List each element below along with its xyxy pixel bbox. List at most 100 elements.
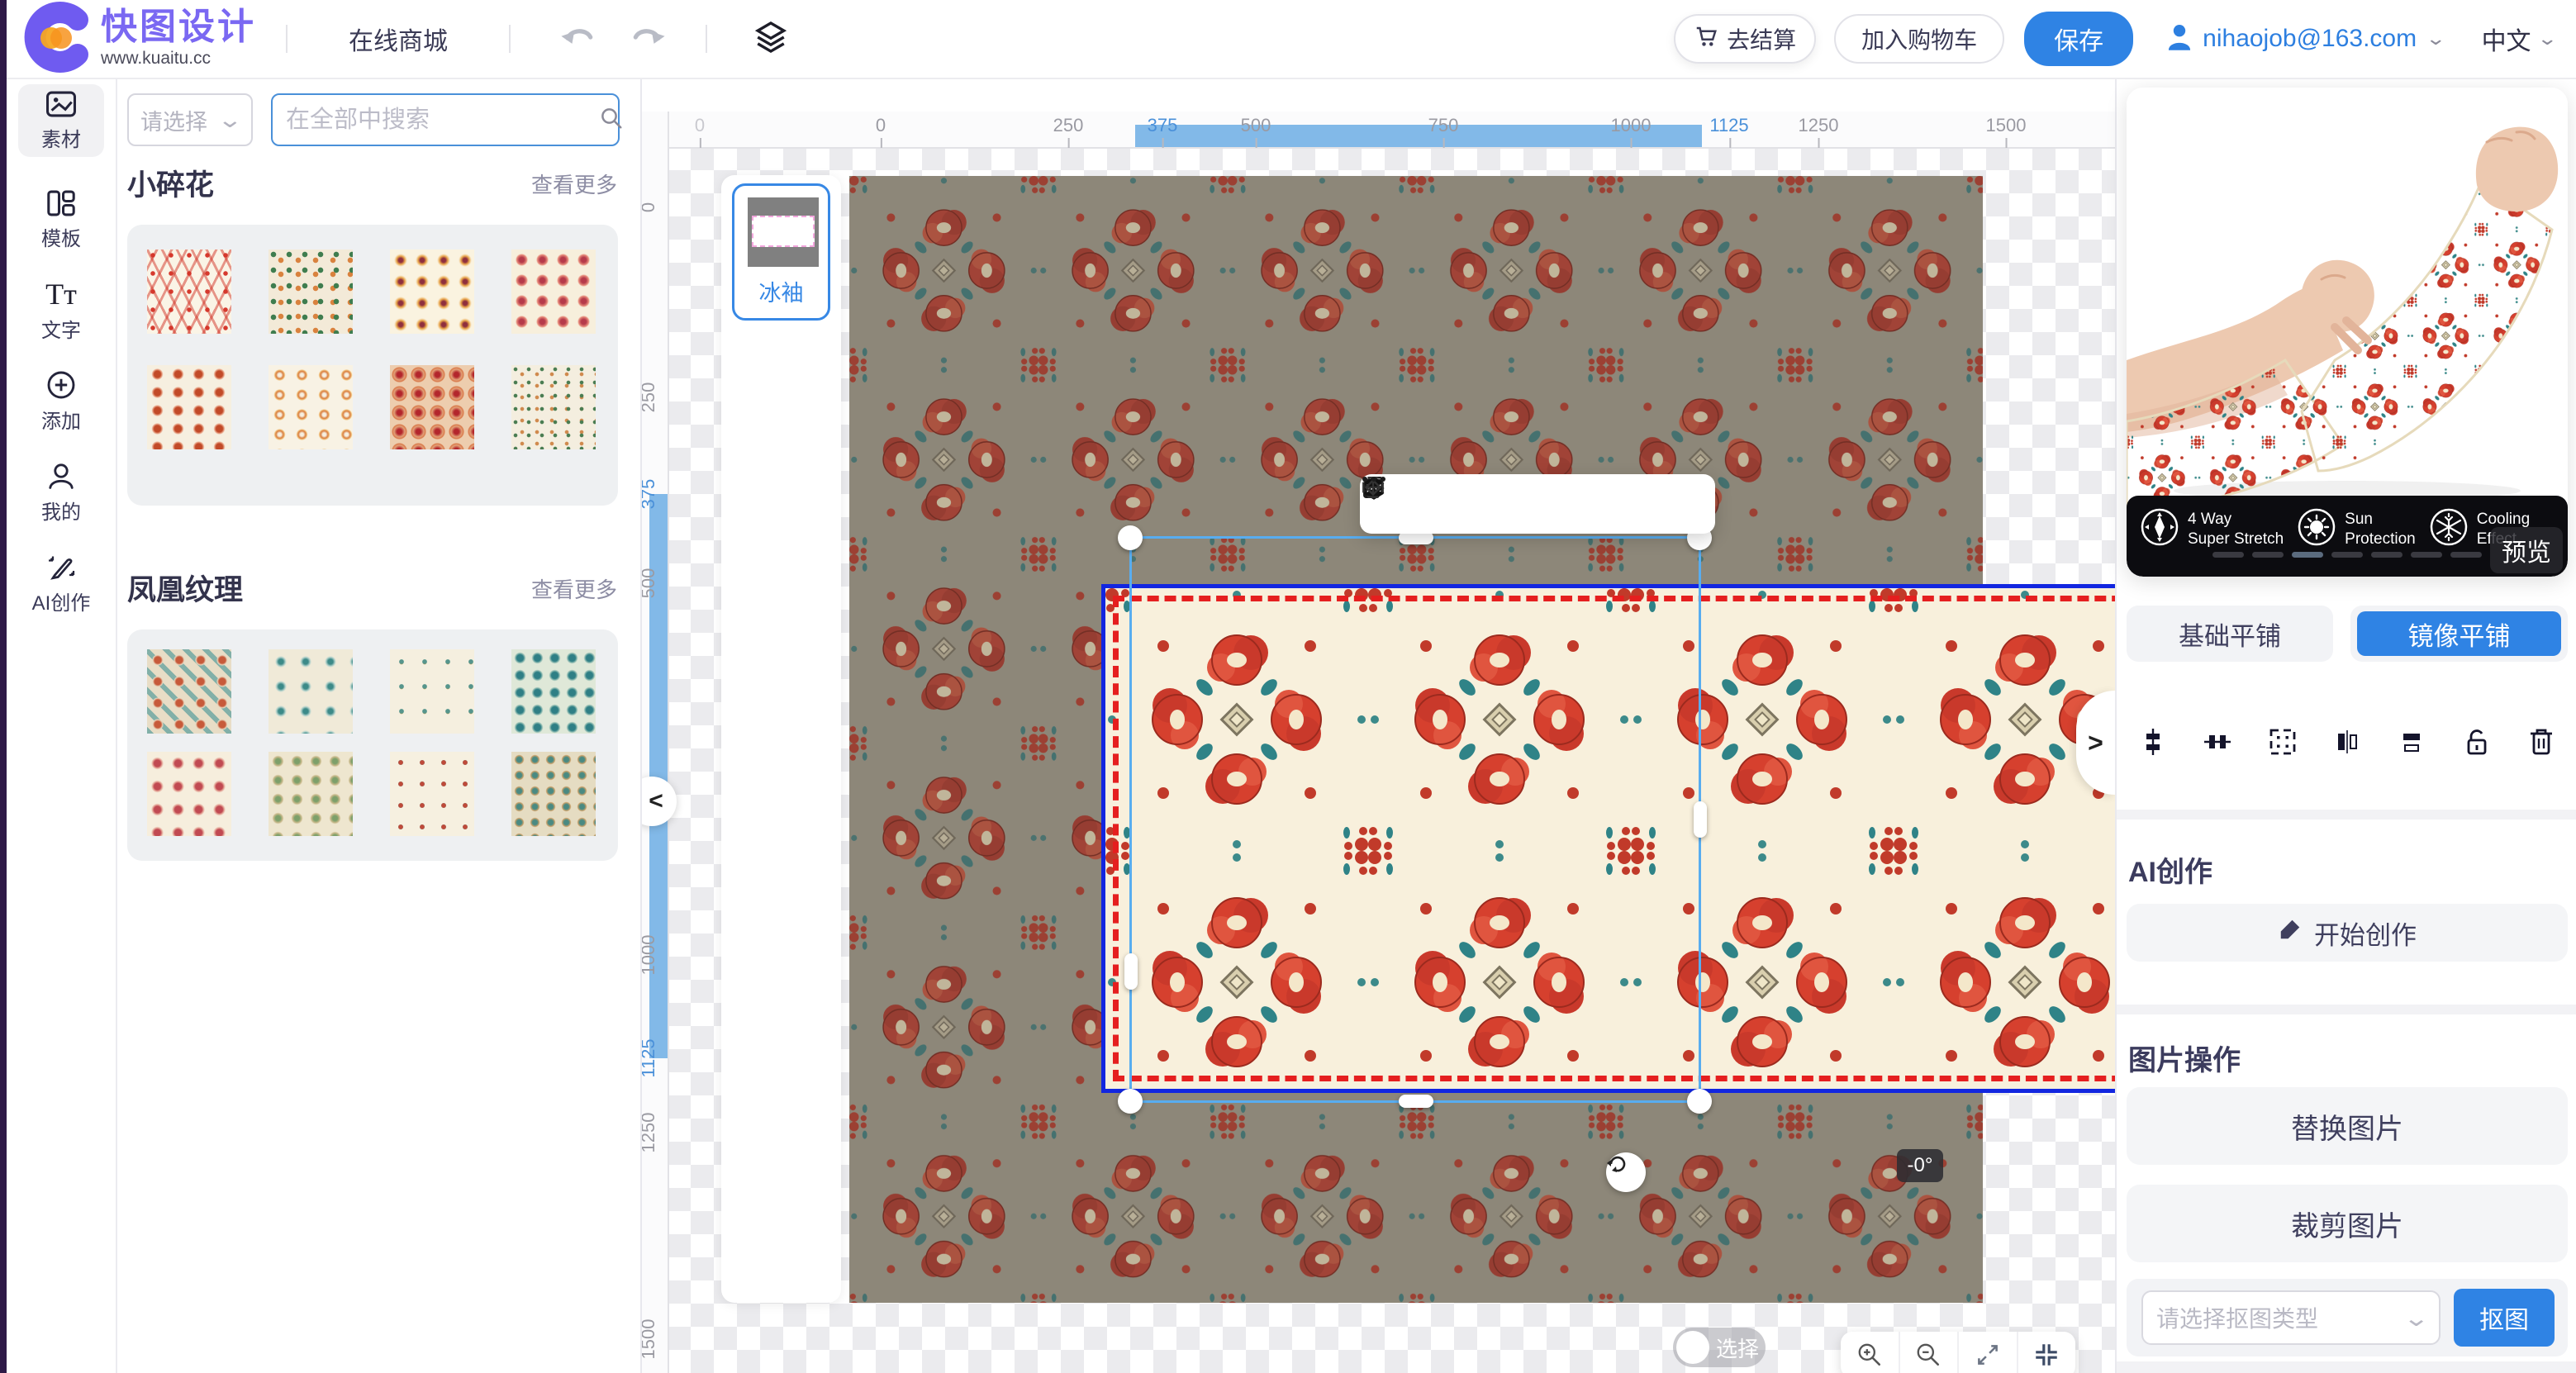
ruler-tick: 0 xyxy=(876,115,886,136)
select-mode-toggle[interactable]: 选择 xyxy=(1673,1328,1766,1367)
pattern-thumbnail[interactable] xyxy=(390,249,474,334)
resize-handle-bottom-right[interactable] xyxy=(1687,1089,1712,1114)
page-card-ice-sleeve[interactable]: 冰袖 xyxy=(732,183,830,321)
ruler-tick: 500 xyxy=(640,568,659,599)
sidebar-item-materials[interactable]: 素材 xyxy=(18,84,104,157)
plus-circle-icon xyxy=(46,370,76,400)
see-more-link[interactable]: 查看更多 xyxy=(531,169,617,199)
flip-horizontal-icon[interactable] xyxy=(2326,720,2369,763)
language-selector[interactable]: 中文 xyxy=(2482,21,2531,57)
selected-pattern-image[interactable] xyxy=(1101,584,2115,1093)
layers-icon[interactable] xyxy=(753,20,788,59)
pattern-thumbnail[interactable] xyxy=(511,649,596,734)
category-select[interactable]: 请选择 ⌄ xyxy=(127,93,253,146)
checkout-button[interactable]: 去结算 xyxy=(1674,14,1816,64)
search-icon[interactable] xyxy=(599,106,624,135)
save-button[interactable]: 保存 xyxy=(2024,12,2133,66)
user-email[interactable]: nihaojob@163.com xyxy=(2203,25,2417,53)
chevron-down-icon[interactable]: ⌄ xyxy=(2536,28,2558,50)
zoom-in-icon[interactable] xyxy=(1841,1332,1900,1373)
sidebar-item-ai-create[interactable]: AI创作 xyxy=(18,547,104,620)
sidebar-item-label: 我的 xyxy=(41,496,81,525)
delete-icon[interactable] xyxy=(2520,720,2563,763)
pattern-thumbnail[interactable] xyxy=(147,649,231,734)
magic-pen-icon xyxy=(45,552,78,582)
chevron-down-icon: ⌄ xyxy=(2403,1304,2430,1332)
matting-type-select[interactable]: 请选择抠图类型 ⌄ xyxy=(2141,1290,2441,1345)
preview-badge: 预览 xyxy=(2490,527,2563,573)
rotate-handle[interactable] xyxy=(1606,1152,1646,1192)
fit-height-icon[interactable] xyxy=(1616,486,1652,522)
flip-vertical-icon[interactable] xyxy=(2390,720,2433,763)
more-options-icon[interactable] xyxy=(1665,486,1701,522)
replace-image-button[interactable]: 替换图片 xyxy=(2127,1087,2568,1165)
resize-handle-right-middle[interactable] xyxy=(1694,801,1707,838)
zoom-out-icon[interactable] xyxy=(1900,1332,1960,1373)
fullscreen-icon[interactable] xyxy=(1959,1332,2018,1373)
pattern-thumbnail[interactable] xyxy=(390,752,474,836)
pattern-thumbnail[interactable] xyxy=(269,249,353,334)
print-area-dashed-border xyxy=(1113,596,2115,1081)
section-divider xyxy=(2117,1005,2576,1014)
ruler-tick: 500 xyxy=(1241,115,1271,136)
sidebar-item-mine[interactable]: 我的 xyxy=(18,456,104,529)
align-horizontal-center-icon[interactable] xyxy=(2196,720,2239,763)
sidebar-item-text[interactable]: Tт 文字 xyxy=(18,274,104,347)
section-divider xyxy=(2117,810,2576,820)
brand[interactable]: 快图设计 www.kuaitu.cc xyxy=(23,7,256,72)
redo-icon[interactable] xyxy=(631,23,666,55)
ruler-tick: 1000 xyxy=(1611,115,1652,136)
page-thumbnail xyxy=(748,197,819,267)
design-canvas[interactable]: -0° xyxy=(849,176,1983,1303)
undo-icon[interactable] xyxy=(560,23,595,55)
resize-handle-bottom-left[interactable] xyxy=(1118,1089,1143,1114)
pattern-thumbnail[interactable] xyxy=(511,249,596,334)
pattern-thumbnail[interactable] xyxy=(147,752,231,836)
matting-button[interactable]: 抠图 xyxy=(2454,1289,2555,1347)
see-more-link[interactable]: 查看更多 xyxy=(531,573,617,604)
sidebar-item-add[interactable]: 添加 xyxy=(18,365,104,438)
search-input[interactable] xyxy=(284,106,599,135)
pattern-group xyxy=(127,225,618,506)
canvas-workspace: 002503755007501000112512501500 025037550… xyxy=(640,78,2115,1373)
topbar-divider xyxy=(706,25,707,53)
sidebar-item-templates[interactable]: 模板 xyxy=(18,183,104,256)
mirror-tile-button[interactable]: 镜像平铺 xyxy=(2350,606,2568,662)
product-preview-card[interactable]: 4 WaySuper Stretch SunProtection xyxy=(2127,88,2568,577)
pattern-thumbnail[interactable] xyxy=(269,365,353,449)
pattern-thumbnail[interactable] xyxy=(269,752,353,836)
fit-canvas-icon[interactable] xyxy=(2018,1332,2076,1373)
align-vertical-center-icon[interactable] xyxy=(2132,720,2174,763)
search-box[interactable] xyxy=(271,93,620,146)
resize-handle-left-middle[interactable] xyxy=(1124,953,1138,990)
sidebar-item-label: 添加 xyxy=(41,405,81,434)
pattern-thumbnail[interactable] xyxy=(269,649,353,734)
feature-stretch: 4 WaySuper Stretch xyxy=(2140,507,2284,551)
pattern-thumbnail[interactable] xyxy=(390,365,474,449)
crop-image-button[interactable]: 裁剪图片 xyxy=(2127,1185,2568,1262)
sidebar-item-label: 素材 xyxy=(41,123,81,152)
send-backward-icon[interactable] xyxy=(1471,486,1507,522)
fit-width-icon[interactable] xyxy=(1568,486,1604,522)
lock-icon[interactable] xyxy=(2455,720,2498,763)
ruler-tick: 1250 xyxy=(1799,115,1839,136)
image-ops-title: 图片操作 xyxy=(2128,1038,2241,1078)
properties-panel: 4 WaySuper Stretch SunProtection xyxy=(2115,78,2576,1373)
pattern-thumbnail[interactable] xyxy=(147,365,231,449)
ruler-tick: 250 xyxy=(640,382,659,413)
bring-forward-icon[interactable] xyxy=(1519,486,1556,522)
chevron-down-icon[interactable]: ⌄ xyxy=(2425,28,2446,50)
pattern-thumbnail[interactable] xyxy=(511,752,596,836)
start-ai-create-button[interactable]: 开始创作 xyxy=(2127,904,2568,962)
pattern-thumbnail[interactable] xyxy=(390,649,474,734)
resize-handle-top-left[interactable] xyxy=(1118,525,1143,550)
select-area-icon[interactable] xyxy=(2261,720,2304,763)
resize-handle-bottom-center[interactable] xyxy=(1399,1095,1433,1108)
chevron-down-icon: ⌄ xyxy=(217,107,244,133)
add-to-cart-button[interactable]: 加入购物车 xyxy=(1834,14,2004,64)
pattern-thumbnail[interactable] xyxy=(147,249,231,334)
delete-icon[interactable] xyxy=(1423,486,1459,522)
basic-tile-button[interactable]: 基础平铺 xyxy=(2127,606,2333,662)
pattern-thumbnail[interactable] xyxy=(511,365,596,449)
nav-online-mall[interactable]: 在线商城 xyxy=(349,21,448,57)
